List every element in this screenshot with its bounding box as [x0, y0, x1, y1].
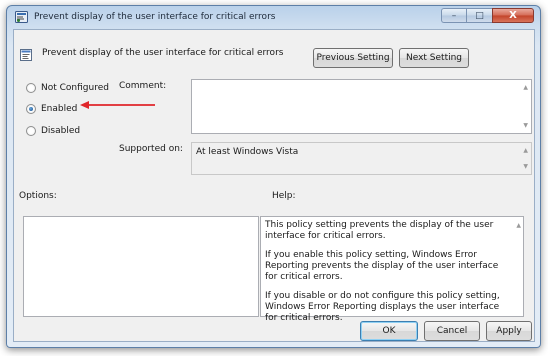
- minimize-button[interactable]: –: [441, 8, 466, 23]
- help-paragraph: If you disable or do not configure this …: [265, 291, 500, 323]
- window-title: Prevent display of the user interface fo…: [34, 12, 276, 22]
- previous-setting-button[interactable]: Previous Setting: [313, 48, 393, 68]
- radio-disabled-label: Disabled: [41, 126, 81, 136]
- dialog-body: Prevent display of the user interface fo…: [13, 29, 535, 342]
- radio-disabled-button[interactable]: [26, 126, 36, 136]
- radio-not-configured-label: Not Configured: [41, 83, 109, 93]
- ok-button[interactable]: OK: [360, 321, 418, 341]
- setting-icon: [20, 49, 32, 61]
- close-button[interactable]: X: [492, 8, 534, 23]
- help-label: Help:: [272, 191, 296, 201]
- comment-label: Comment:: [119, 81, 167, 91]
- help-paragraph: If you enable this policy setting, Windo…: [265, 250, 499, 282]
- options-label: Options:: [19, 191, 57, 201]
- supported-on-field: At least Windows Vista ▲ ▼: [191, 142, 532, 175]
- help-paragraph: This policy setting prevents the display…: [265, 220, 494, 241]
- scroll-down-icon[interactable]: ▼: [523, 163, 528, 170]
- scroll-up-icon[interactable]: ▲: [523, 84, 528, 91]
- cancel-button[interactable]: Cancel: [424, 321, 480, 341]
- radio-enabled[interactable]: Enabled: [26, 104, 77, 114]
- radio-not-configured[interactable]: Not Configured: [26, 83, 109, 93]
- setting-name: Prevent display of the user interface fo…: [42, 48, 284, 58]
- options-pane: [23, 216, 259, 317]
- radio-not-configured-button[interactable]: [26, 83, 36, 93]
- apply-button[interactable]: Apply: [486, 321, 532, 341]
- scroll-down-icon[interactable]: ▼: [523, 122, 528, 129]
- scroll-up-icon[interactable]: ▲: [523, 147, 528, 154]
- comment-input[interactable]: ▲ ▼: [191, 79, 532, 134]
- caption-buttons: – □ X: [441, 8, 534, 23]
- supported-on-scrollbar[interactable]: ▲ ▼: [518, 143, 531, 174]
- help-pane: This policy setting prevents the display…: [260, 216, 524, 323]
- scroll-up-icon[interactable]: ▲: [516, 222, 521, 229]
- policy-dialog-window: Prevent display of the user interface fo…: [6, 5, 541, 348]
- policy-icon: [15, 11, 28, 23]
- maximize-button[interactable]: □: [466, 8, 492, 23]
- next-setting-button[interactable]: Next Setting: [399, 48, 469, 68]
- supported-on-value: At least Windows Vista: [196, 147, 299, 157]
- radio-enabled-label: Enabled: [41, 104, 78, 114]
- radio-enabled-button[interactable]: [26, 104, 36, 114]
- title-bar[interactable]: Prevent display of the user interface fo…: [7, 6, 540, 28]
- comment-scrollbar[interactable]: ▲ ▼: [518, 80, 531, 133]
- radio-disabled[interactable]: Disabled: [26, 126, 80, 136]
- red-arrow-annotation: [80, 101, 155, 109]
- supported-on-label: Supported on:: [119, 144, 183, 154]
